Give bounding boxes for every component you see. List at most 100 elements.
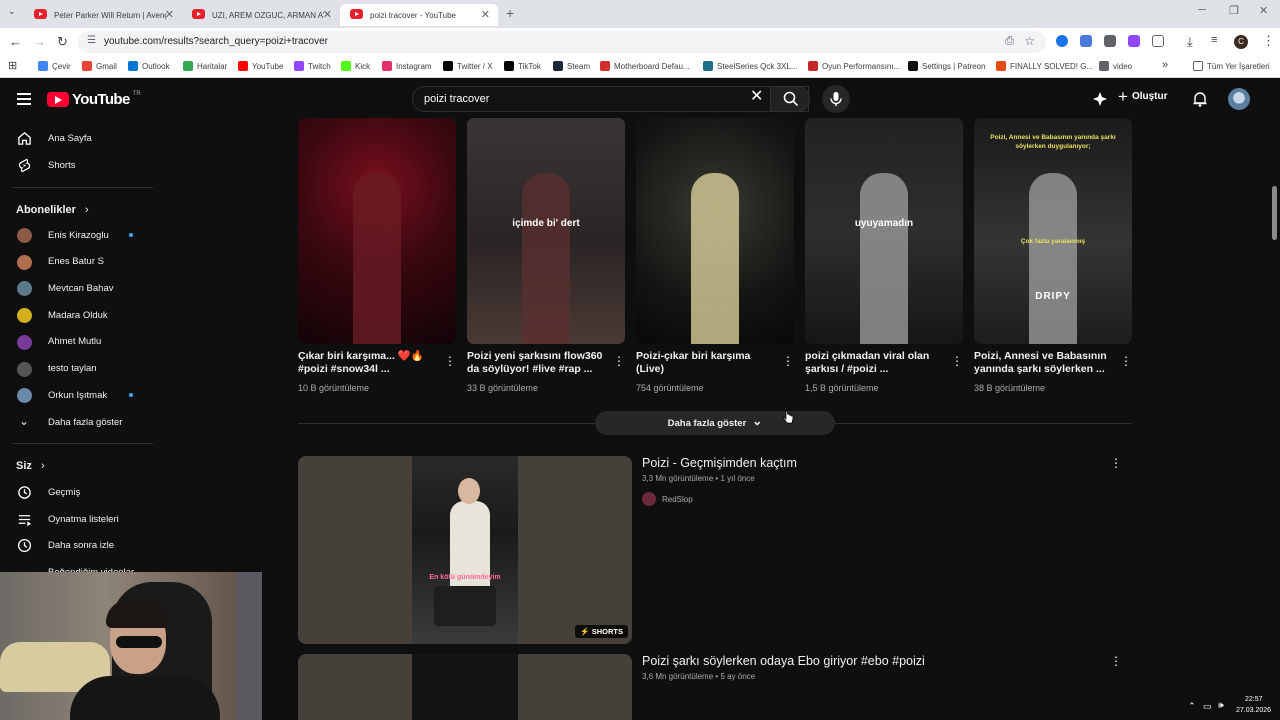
create-button[interactable]: + Oluştur — [1118, 88, 1168, 105]
chrome-menu-icon[interactable]: ⋮ — [1262, 33, 1275, 49]
sidebar-channel[interactable]: Orkun Işıtmak — [0, 383, 155, 407]
video-thumbnail[interactable] — [298, 654, 632, 720]
more-actions-icon[interactable]: ⋮ — [1110, 456, 1122, 470]
subscriptions-heading[interactable]: Abonelikler › — [16, 204, 89, 216]
extensions-puzzle-icon[interactable] — [1152, 35, 1164, 47]
site-info-icon[interactable]: ☰ — [87, 35, 96, 46]
extension-audio-icon[interactable] — [1080, 35, 1092, 47]
apps-grid-icon[interactable]: ⊞ — [8, 59, 17, 72]
bookmark-item[interactable]: Steam — [553, 61, 590, 71]
tray-chevron-icon[interactable]: ⌃ — [1188, 701, 1196, 712]
bookmark-item[interactable]: video — [1099, 61, 1132, 71]
tab-peter-parker[interactable]: Peter Parker Will Return | Aveng ✕ — [24, 4, 182, 26]
reading-list-icon[interactable]: ≡ — [1211, 34, 1217, 46]
show-more-shorts-button[interactable]: Daha fazla göster ⌄ — [595, 411, 835, 435]
extension-window-icon[interactable] — [1104, 35, 1116, 47]
sidebar-channel[interactable]: Madara Olduk — [0, 303, 155, 327]
volume-icon[interactable]: 🕪 — [1218, 700, 1224, 711]
more-actions-icon[interactable]: ⋮ — [1120, 354, 1132, 368]
install-icon[interactable]: ⎙ — [1005, 35, 1014, 48]
extension-twitch-icon[interactable] — [1128, 35, 1140, 47]
sidebar-show-more[interactable]: ⌄ Daha fazla göster — [0, 410, 155, 434]
video-result[interactable]: Poizi şarkı söylerken odaya Ebo giriyor … — [298, 654, 1132, 720]
sidebar-channel[interactable]: Mevtcan Bahav — [0, 276, 155, 300]
profile-avatar[interactable]: C — [1234, 35, 1248, 49]
short-card[interactable]: Çıkar biri karşıma... ❤️🔥 #poizi #snow34… — [298, 118, 456, 393]
bookmark-item[interactable]: Haritalar — [183, 61, 227, 71]
bookmark-item[interactable]: SteelSeries Qck 3XL... — [703, 61, 797, 71]
bookmark-item[interactable]: Oyun Performansını... — [808, 61, 900, 71]
reload-icon[interactable]: ↻ — [57, 34, 68, 50]
short-thumbnail[interactable]: uyuyamadın — [805, 118, 963, 344]
close-window-icon[interactable]: ✕ — [1259, 4, 1268, 17]
sidebar-channel[interactable]: Ahmet Mutlu — [0, 330, 155, 354]
more-actions-icon[interactable]: ⋮ — [613, 354, 625, 368]
bookmark-item[interactable]: Gmail — [82, 61, 117, 71]
bookmark-all[interactable]: Tüm Yer İşaretleri — [1193, 61, 1270, 71]
video-title[interactable]: Poizi - Geçmişimden kaçtım — [642, 456, 1112, 470]
you-heading[interactable]: Siz › — [16, 460, 45, 472]
download-icon[interactable]: ⤓ — [1187, 34, 1193, 50]
short-card[interactable]: uyuyamadın poizi çıkmadan viral olan şark… — [805, 118, 963, 393]
sidebar-item-history[interactable]: Geçmiş — [0, 480, 155, 504]
more-actions-icon[interactable]: ⋮ — [951, 354, 963, 368]
sidebar-channel[interactable]: Enes Batur S — [0, 250, 155, 274]
short-title[interactable]: Poizi yeni şarkısını flow360 da söylüyor… — [467, 350, 625, 378]
tray-clock-date[interactable]: 27.03.2026 — [1236, 707, 1271, 714]
youtube-logo[interactable]: YouTube TR — [47, 91, 141, 108]
video-thumbnail[interactable]: En kötü günümdeyim ⚡ SHORTS — [298, 456, 632, 644]
new-tab-button[interactable]: + — [506, 5, 514, 21]
notifications-bell-icon[interactable] — [1192, 91, 1208, 107]
sidebar-item-shorts[interactable]: Shorts — [0, 153, 155, 177]
channel-name[interactable]: RedSlop — [662, 495, 693, 504]
short-thumbnail[interactable]: içimde bi' dert — [467, 118, 625, 344]
bookmark-item[interactable]: FINALLY SOLVED! G... — [996, 61, 1093, 71]
sparkle-icon[interactable] — [1092, 91, 1108, 107]
network-icon[interactable]: ▭ — [1203, 701, 1212, 712]
tab-uzi[interactable]: UZI, AREM OZGUC, ARMAN AY ✕ — [182, 4, 340, 26]
bookmark-item[interactable]: Twitter / X — [443, 61, 493, 71]
short-title[interactable]: Poizi-çıkar biri karşıma (Live) — [636, 350, 794, 378]
clear-search-icon[interactable]: ✕ — [750, 89, 763, 105]
bookmark-item[interactable]: Motherboard Defau... — [600, 61, 690, 71]
restore-icon[interactable]: ❐ — [1229, 4, 1239, 17]
menu-icon[interactable] — [17, 93, 31, 105]
more-actions-icon[interactable]: ⋮ — [444, 354, 456, 368]
back-icon[interactable]: ← — [9, 34, 22, 49]
bookmark-item[interactable]: Çevir — [38, 61, 71, 71]
video-title[interactable]: Poizi şarkı söylerken odaya Ebo giriyor … — [642, 654, 1112, 668]
close-tab-icon[interactable]: ✕ — [323, 8, 332, 21]
bookmarks-overflow-icon[interactable]: » — [1162, 59, 1168, 71]
extension-skype-icon[interactable] — [1056, 35, 1068, 47]
page-scrollbar[interactable] — [1272, 186, 1277, 240]
short-title[interactable]: Çıkar biri karşıma... ❤️🔥 #poizi #snow34… — [298, 350, 456, 378]
url-field[interactable]: ☰ youtube.com/results?search_query=poizi… — [78, 31, 1046, 53]
bookmark-item[interactable]: Instagram — [382, 61, 432, 71]
more-actions-icon[interactable]: ⋮ — [782, 354, 794, 368]
bookmark-item[interactable]: TikTok — [504, 61, 541, 71]
bookmark-item[interactable]: Outlook — [128, 61, 170, 71]
channel-link[interactable]: RedSlop — [642, 492, 1112, 506]
sidebar-item-watch-later[interactable]: Daha sonra izle — [0, 533, 155, 557]
bookmark-star-icon[interactable]: ☆ — [1024, 34, 1035, 48]
sidebar-channel[interactable]: Enis Kirazoglu — [0, 223, 155, 247]
short-thumbnail[interactable]: DRIPY Poizi, Annesi ve Babasının yanında … — [974, 118, 1132, 344]
close-tab-icon[interactable]: ✕ — [165, 8, 174, 21]
short-title[interactable]: Poizi, Annesi ve Babasının yanında şarkı… — [974, 350, 1132, 378]
video-result[interactable]: En kötü günümdeyim ⚡ SHORTS Poizi - Geçm… — [298, 456, 1132, 644]
account-avatar[interactable] — [1228, 88, 1250, 110]
close-tab-icon[interactable]: ✕ — [481, 8, 490, 21]
minimize-icon[interactable]: ─ — [1198, 4, 1206, 16]
tab-poizi-tracover[interactable]: poizi tracover - YouTube ✕ — [340, 4, 498, 26]
short-card[interactable]: Poizi-çıkar biri karşıma (Live) 754 görün… — [636, 118, 794, 393]
forward-icon[interactable]: → — [33, 34, 46, 49]
short-thumbnail[interactable] — [298, 118, 456, 344]
voice-search-button[interactable] — [822, 85, 850, 113]
sidebar-item-home[interactable]: Ana Sayfa — [0, 126, 155, 150]
more-actions-icon[interactable]: ⋮ — [1110, 654, 1122, 668]
short-card[interactable]: DRIPY Poizi, Annesi ve Babasının yanında … — [974, 118, 1132, 393]
tray-clock-time[interactable]: 22:57 — [1245, 696, 1263, 703]
short-title[interactable]: poizi çıkmadan viral olan şarkısı / #poi… — [805, 350, 963, 378]
tab-search-icon[interactable]: ⌄ — [8, 6, 16, 17]
search-button[interactable] — [770, 86, 810, 112]
